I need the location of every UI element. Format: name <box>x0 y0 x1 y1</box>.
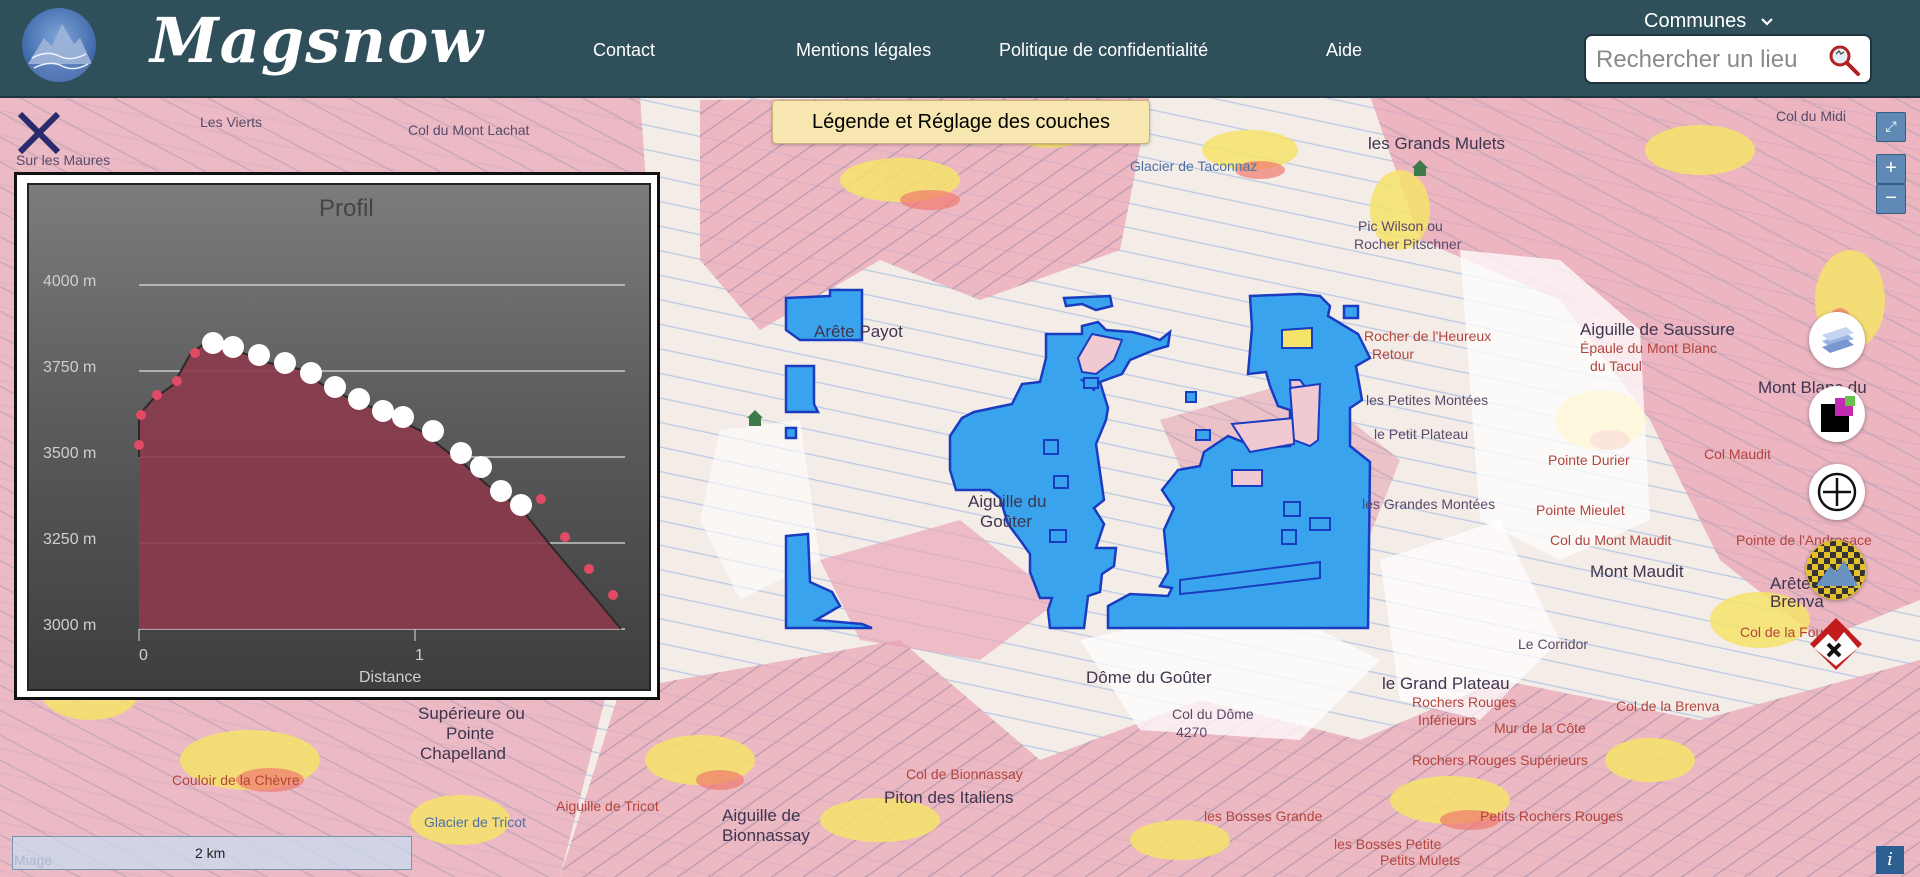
info-icon[interactable]: i <box>1876 846 1904 874</box>
legend-layers-button[interactable]: Légende et Réglage des couches <box>772 100 1150 144</box>
search-box <box>1584 34 1872 84</box>
elevation-profile-panel: Profil 4000 m 3750 m 3500 m 3250 m 3000 … <box>14 172 660 700</box>
scale-label: 2 km <box>195 845 226 861</box>
layers-icon[interactable] <box>1809 312 1865 368</box>
search-icon[interactable] <box>1826 42 1862 78</box>
avalanche-icon[interactable] <box>1806 614 1866 674</box>
communes-dropdown[interactable]: Communes <box>1644 10 1774 33</box>
close-icon[interactable] <box>14 108 64 158</box>
top-header: Magsnow Contact Mentions légales Politiq… <box>0 0 1920 98</box>
nav-aide[interactable]: Aide <box>1326 40 1362 61</box>
brand-title[interactable]: Magsnow <box>150 4 484 77</box>
nav-contact[interactable]: Contact <box>593 40 655 61</box>
communes-label: Communes <box>1644 10 1747 32</box>
zoom-in-icon[interactable]: + <box>1876 154 1906 184</box>
zoom-out-icon[interactable]: − <box>1876 184 1906 214</box>
scale-bar: 2 km <box>12 836 412 870</box>
color-layer-icon[interactable] <box>1809 386 1865 442</box>
profile-chart: Profil 4000 m 3750 m 3500 m 3250 m 3000 … <box>27 183 651 691</box>
chevron-down-icon <box>1761 18 1773 26</box>
nav-mentions-legales[interactable]: Mentions légales <box>796 40 931 61</box>
nav-politique-confidentialite[interactable]: Politique de confidentialité <box>999 40 1208 61</box>
profile-area <box>139 339 621 629</box>
search-input[interactable] <box>1594 42 1828 78</box>
logo-icon[interactable] <box>22 8 96 82</box>
profile-plot <box>134 284 625 641</box>
crosshair-icon[interactable] <box>1809 464 1865 520</box>
checker-mountain-icon[interactable] <box>1806 540 1866 600</box>
fullscreen-icon[interactable]: ⤢ <box>1876 112 1906 142</box>
